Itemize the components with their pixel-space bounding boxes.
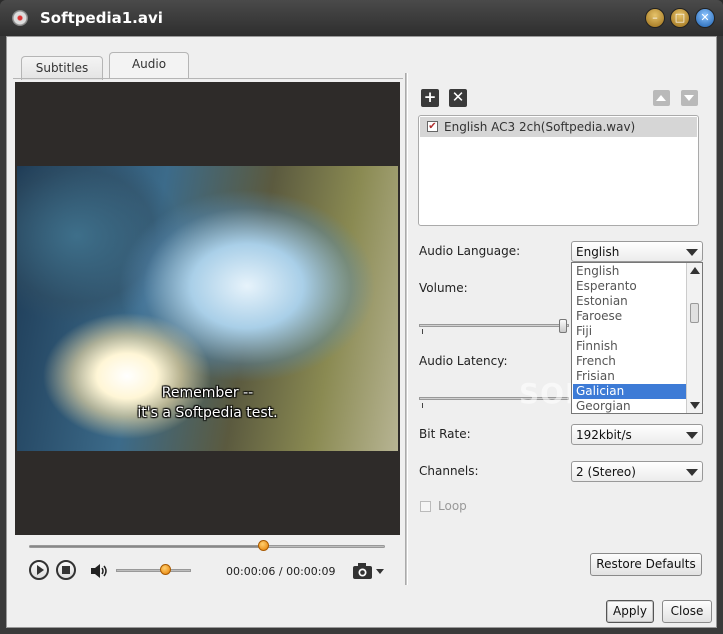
maximize-button[interactable]: □: [670, 8, 690, 28]
disc-icon: [12, 10, 28, 26]
dropdown-option-esperanto[interactable]: Esperanto: [573, 279, 686, 294]
seek-bar-handle[interactable]: [257, 540, 269, 551]
close-window-button[interactable]: ✕: [695, 8, 715, 28]
minimize-button[interactable]: –: [645, 8, 665, 28]
move-down-button[interactable]: [681, 90, 698, 106]
move-up-button[interactable]: [653, 90, 670, 106]
subtitle-line-1: Remember --: [161, 385, 254, 401]
loop-label: Loop: [438, 499, 467, 513]
tab-subtitles[interactable]: Subtitles: [21, 56, 103, 80]
subtitle-line-2: it's a Softpedia test.: [137, 405, 278, 421]
apply-button[interactable]: Apply: [606, 600, 654, 623]
title-bar[interactable]: Softpedia1.avi – □ ✕: [0, 0, 723, 36]
language-dropdown-list[interactable]: English Esperanto Estonian Faroese Fiji Finni…: [571, 262, 703, 414]
tab-divider: [13, 78, 403, 79]
bit-rate-label: Bit Rate:: [419, 427, 471, 441]
bit-rate-value: 192kbit/s: [576, 428, 632, 442]
seek-bar[interactable]: [29, 545, 385, 548]
panel-splitter[interactable]: [405, 73, 408, 585]
channels-select[interactable]: 2 (Stereo): [571, 461, 703, 482]
dropdown-option-french[interactable]: French: [573, 354, 686, 369]
time-readout: 00:00:06 / 00:00:09: [226, 565, 336, 578]
stop-button[interactable]: [56, 560, 76, 580]
loop-checkbox[interactable]: [420, 501, 431, 512]
chevron-down-icon: [686, 432, 698, 439]
dropdown-option-fiji[interactable]: Fiji: [573, 324, 686, 339]
audio-language-label: Audio Language:: [419, 244, 521, 258]
dropdown-option-finnish[interactable]: Finnish: [573, 339, 686, 354]
volume-tick: [422, 329, 423, 334]
volume-slider[interactable]: [419, 324, 569, 327]
seek-bar-fill: [30, 546, 264, 547]
dialog-window: Softpedia1.avi – □ ✕ Subtitles Audio Rem…: [0, 0, 723, 634]
add-track-button[interactable]: +: [421, 89, 439, 107]
scroll-up-icon[interactable]: [690, 267, 700, 274]
restore-defaults-button[interactable]: Restore Defaults: [590, 553, 702, 576]
dropdown-option-english[interactable]: English: [573, 264, 686, 279]
track-checkbox[interactable]: ✔: [427, 121, 438, 132]
close-button[interactable]: Close: [662, 600, 712, 623]
chevron-down-icon: [686, 469, 698, 476]
dropdown-option-georgian[interactable]: Georgian: [573, 399, 686, 414]
scroll-down-icon[interactable]: [690, 402, 700, 409]
dropdown-option-galician[interactable]: Galician: [573, 384, 686, 399]
dropdown-option-faroese[interactable]: Faroese: [573, 309, 686, 324]
volume-slider-handle[interactable]: [559, 319, 567, 333]
player-volume-handle[interactable]: [159, 564, 171, 575]
scroll-thumb[interactable]: [690, 303, 699, 323]
audio-track-list[interactable]: ✔ English AC3 2ch(Softpedia.wav): [418, 115, 699, 226]
remove-track-button[interactable]: ✕: [449, 89, 467, 107]
player-volume-slider[interactable]: [116, 569, 191, 572]
camera-icon[interactable]: [352, 562, 386, 580]
audio-language-value: English: [576, 245, 620, 259]
speaker-icon[interactable]: [90, 563, 110, 579]
tab-audio[interactable]: Audio: [109, 52, 189, 79]
bit-rate-select[interactable]: 192kbit/s: [571, 424, 703, 445]
video-preview: Remember -- it's a Softpedia test.: [15, 82, 400, 535]
audio-language-select[interactable]: English: [571, 241, 703, 262]
track-label: English AC3 2ch(Softpedia.wav): [444, 120, 636, 134]
channels-value: 2 (Stereo): [576, 465, 636, 479]
play-button[interactable]: [29, 560, 49, 580]
list-item[interactable]: ✔ English AC3 2ch(Softpedia.wav): [420, 117, 697, 137]
dialog-client: Subtitles Audio Remember -- it's a Softp…: [6, 36, 717, 628]
dropdown-option-estonian[interactable]: Estonian: [573, 294, 686, 309]
chevron-down-icon: [686, 249, 698, 256]
dropdown-scrollbar[interactable]: [686, 263, 702, 413]
latency-tick: [422, 403, 423, 408]
dropdown-option-frisian[interactable]: Frisian: [573, 369, 686, 384]
channels-label: Channels:: [419, 464, 479, 478]
window-title: Softpedia1.avi: [40, 9, 163, 27]
video-frame: Remember -- it's a Softpedia test.: [17, 166, 398, 451]
audio-latency-label: Audio Latency:: [419, 354, 508, 368]
volume-label: Volume:: [419, 281, 468, 295]
